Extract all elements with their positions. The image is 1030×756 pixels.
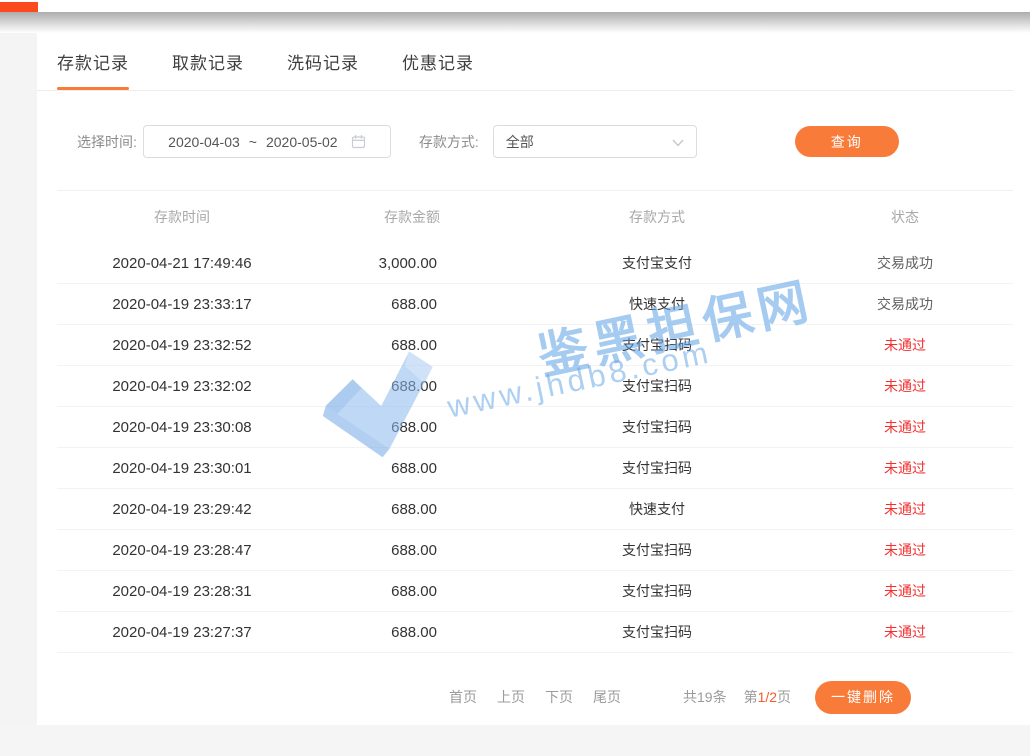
page-link-last[interactable]: 尾页 (593, 687, 621, 707)
date-range-input[interactable]: 2020-04-03 ~ 2020-05-02 (143, 125, 391, 158)
table-header-row: 存款时间 存款金额 存款方式 状态 (57, 191, 1013, 243)
page-indicator: 第1/2页 (744, 687, 791, 707)
top-shadow (0, 12, 1030, 33)
cell-method: 支付宝扫码 (517, 335, 797, 355)
cell-amount: 688.00 (307, 378, 517, 395)
cell-time: 2020-04-19 23:32:02 (57, 378, 307, 395)
cell-amount: 688.00 (307, 296, 517, 313)
page-link-prev[interactable]: 上页 (497, 687, 525, 707)
cell-status: 未通过 (797, 417, 1013, 437)
tab-deposit-records[interactable]: 存款记录 (57, 33, 129, 90)
tab-promo-records[interactable]: 优惠记录 (402, 33, 474, 90)
cell-method: 支付宝扫码 (517, 581, 797, 601)
total-count: 共19条 (683, 687, 727, 707)
cell-time: 2020-04-21 17:49:46 (57, 255, 307, 272)
cell-time: 2020-04-19 23:27:37 (57, 624, 307, 641)
cell-method: 快速支付 (517, 499, 797, 519)
header-status: 状态 (797, 207, 1013, 227)
filter-row: 选择时间: 2020-04-03 ~ 2020-05-02 存款方式: 全部 (77, 125, 1013, 158)
date-range-separator: ~ (249, 134, 257, 150)
table-row: 2020-04-19 23:33:17688.00快速支付交易成功 (57, 284, 1013, 325)
cell-status: 交易成功 (797, 253, 1013, 273)
header-deposit-time: 存款时间 (57, 207, 307, 227)
method-filter-label: 存款方式: (419, 132, 479, 152)
cell-method: 支付宝支付 (517, 253, 797, 273)
records-panel: 存款记录取款记录洗码记录优惠记录 选择时间: 2020-04-03 ~ 2020… (37, 33, 1013, 714)
cell-time: 2020-04-19 23:30:08 (57, 419, 307, 436)
cell-status: 未通过 (797, 335, 1013, 355)
date-end-value: 2020-05-02 (266, 134, 338, 150)
cell-amount: 688.00 (307, 501, 517, 518)
page-current: 1/2 (758, 689, 777, 705)
cell-time: 2020-04-19 23:33:17 (57, 296, 307, 313)
cell-amount: 688.00 (307, 542, 517, 559)
cell-amount: 3,000.00 (307, 255, 517, 272)
pagination: 首页上页下页尾页 共19条 第1/2页 一键删除 (449, 680, 1013, 714)
table-row: 2020-04-19 23:32:52688.00支付宝扫码未通过 (57, 325, 1013, 366)
date-start-value: 2020-04-03 (168, 134, 240, 150)
cell-status: 未通过 (797, 622, 1013, 642)
time-filter-label: 选择时间: (77, 132, 137, 152)
cell-status: 未通过 (797, 376, 1013, 396)
calendar-icon (351, 134, 366, 149)
cell-status: 未通过 (797, 540, 1013, 560)
page-link-first[interactable]: 首页 (449, 687, 477, 707)
cell-amount: 688.00 (307, 583, 517, 600)
cell-amount: 688.00 (307, 337, 517, 354)
table-row: 2020-04-19 23:29:42688.00快速支付未通过 (57, 489, 1013, 530)
table-body: 2020-04-21 17:49:463,000.00支付宝支付交易成功2020… (57, 243, 1013, 653)
header-deposit-method: 存款方式 (517, 207, 797, 227)
bottom-gutter (0, 725, 1030, 756)
cell-amount: 688.00 (307, 460, 517, 477)
tab-washcode-records[interactable]: 洗码记录 (287, 33, 359, 90)
tab-withdraw-records[interactable]: 取款记录 (172, 33, 244, 90)
cell-method: 支付宝扫码 (517, 458, 797, 478)
deposit-method-select[interactable]: 全部 (493, 125, 697, 158)
cell-time: 2020-04-19 23:29:42 (57, 501, 307, 518)
table-row: 2020-04-19 23:28:31688.00支付宝扫码未通过 (57, 571, 1013, 612)
cell-status: 未通过 (797, 458, 1013, 478)
table-row: 2020-04-19 23:27:37688.00支付宝扫码未通过 (57, 612, 1013, 653)
cell-amount: 688.00 (307, 419, 517, 436)
delete-all-button[interactable]: 一键删除 (815, 681, 911, 714)
cell-method: 支付宝扫码 (517, 540, 797, 560)
table-row: 2020-04-19 23:30:01688.00支付宝扫码未通过 (57, 448, 1013, 489)
header-deposit-amount: 存款金额 (307, 207, 517, 227)
deposit-records-table: 存款时间 存款金额 存款方式 状态 2020-04-21 17:49:463,0… (57, 191, 1013, 653)
table-row: 2020-04-19 23:30:08688.00支付宝扫码未通过 (57, 407, 1013, 448)
table-row: 2020-04-19 23:32:02688.00支付宝扫码未通过 (57, 366, 1013, 407)
cell-status: 交易成功 (797, 294, 1013, 314)
cell-method: 支付宝扫码 (517, 376, 797, 396)
pagination-links: 首页上页下页尾页 (449, 687, 641, 707)
chevron-down-icon (672, 134, 684, 150)
cell-method: 支付宝扫码 (517, 622, 797, 642)
page-prefix: 第 (744, 689, 758, 705)
cell-time: 2020-04-19 23:30:01 (57, 460, 307, 477)
page-suffix: 页 (777, 689, 791, 705)
page-link-next[interactable]: 下页 (545, 687, 573, 707)
cell-method: 快速支付 (517, 294, 797, 314)
cell-status: 未通过 (797, 499, 1013, 519)
table-row: 2020-04-19 23:28:47688.00支付宝扫码未通过 (57, 530, 1013, 571)
top-accent-bar (0, 2, 38, 12)
cell-amount: 688.00 (307, 624, 517, 641)
query-button[interactable]: 查询 (795, 126, 899, 157)
tabs: 存款记录取款记录洗码记录优惠记录 (37, 33, 1013, 91)
deposit-method-value: 全部 (506, 132, 672, 152)
cell-status: 未通过 (797, 581, 1013, 601)
cell-time: 2020-04-19 23:32:52 (57, 337, 307, 354)
left-gutter (0, 33, 37, 725)
cell-time: 2020-04-19 23:28:47 (57, 542, 307, 559)
table-row: 2020-04-21 17:49:463,000.00支付宝支付交易成功 (57, 243, 1013, 284)
cell-method: 支付宝扫码 (517, 417, 797, 437)
cell-time: 2020-04-19 23:28:31 (57, 583, 307, 600)
